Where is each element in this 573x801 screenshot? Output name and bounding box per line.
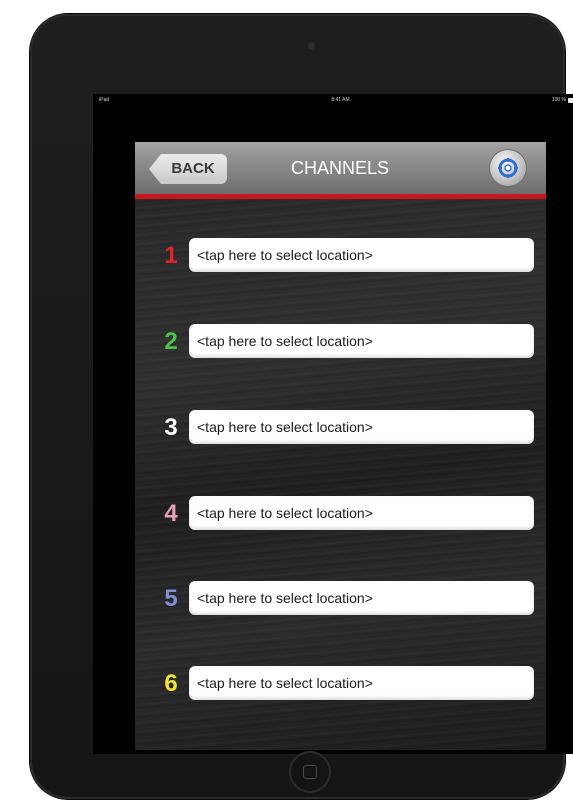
home-square-icon xyxy=(303,765,317,779)
channel-row-5: 5 <tap here to select location> xyxy=(135,579,546,619)
refresh-gear-icon xyxy=(498,158,518,178)
home-button[interactable] xyxy=(289,751,331,793)
channel-number-6: 6 xyxy=(164,670,178,697)
location-field-3[interactable]: <tap here to select location> xyxy=(189,410,534,444)
front-camera xyxy=(308,42,315,49)
ipad-device-frame: iPad 8:41 AM 100 % BACK CHANNELS 1 <tap … xyxy=(30,14,573,799)
channel-row-2: 2 <tap here to select location> xyxy=(135,322,546,362)
channel-number-1: 1 xyxy=(164,242,178,269)
channel-row-3: 3 <tap here to select location> xyxy=(135,408,546,448)
channel-row-6: 6 <tap here to select location> xyxy=(135,664,546,704)
back-button[interactable]: BACK xyxy=(149,154,227,184)
channel-row-4: 4 <tap here to select location> xyxy=(135,494,546,534)
channel-number-5: 5 xyxy=(164,585,178,612)
location-field-5[interactable]: <tap here to select location> xyxy=(189,581,534,615)
channel-number-3: 3 xyxy=(164,414,178,441)
battery-icon xyxy=(568,98,573,103)
status-time: 8:41 AM xyxy=(331,97,350,103)
navigation-bar: BACK CHANNELS xyxy=(135,142,546,199)
location-field-2[interactable]: <tap here to select location> xyxy=(189,324,534,358)
channel-row-1: 1 <tap here to select location> xyxy=(135,236,546,276)
location-field-1[interactable]: <tap here to select location> xyxy=(189,238,534,272)
settings-button[interactable] xyxy=(490,150,526,186)
status-bar: iPad 8:41 AM 100 % xyxy=(93,94,573,107)
location-field-4[interactable]: <tap here to select location> xyxy=(189,496,534,530)
channel-number-4: 4 xyxy=(164,500,178,527)
location-field-6[interactable]: <tap here to select location> xyxy=(189,666,534,700)
channel-number-2: 2 xyxy=(164,328,178,355)
status-battery-percent: 100 % xyxy=(551,97,566,103)
page-title: CHANNELS xyxy=(290,158,390,178)
channels-app: BACK CHANNELS 1 <tap here to select loca… xyxy=(135,142,546,750)
screen: iPad 8:41 AM 100 % BACK CHANNELS 1 <tap … xyxy=(93,94,573,754)
